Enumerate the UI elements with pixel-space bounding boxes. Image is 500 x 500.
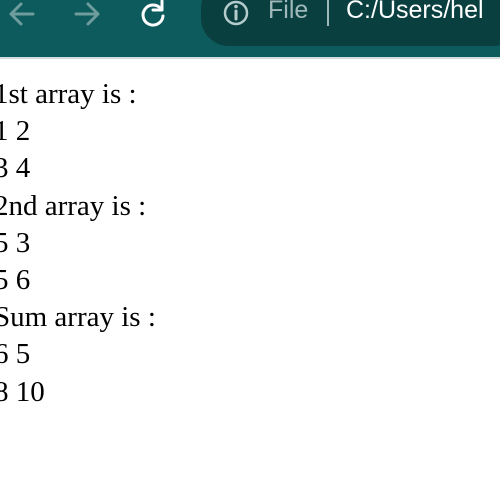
- sum-array-row-2: 8 10: [0, 375, 45, 408]
- second-array-row-2: 5 6: [0, 264, 31, 297]
- url-text[interactable]: C:/Users/hel: [346, 0, 484, 25]
- site-info-label[interactable]: File: [268, 0, 308, 25]
- forward-button[interactable]: [68, 0, 108, 28]
- info-icon[interactable]: [222, 0, 250, 28]
- toolbar-divider: [0, 57, 500, 59]
- heading-first-array: 1st array is :: [0, 78, 137, 110]
- arrow-left-icon: [9, 2, 35, 26]
- page-content: 1st array is : 1 2 3 4 2nd array is : 5 …: [0, 76, 500, 411]
- arrow-right-icon: [74, 2, 100, 26]
- address-separator: [327, 0, 329, 26]
- reload-button[interactable]: [133, 0, 173, 28]
- first-array-row-1: 1 2: [0, 115, 31, 148]
- reload-icon: [141, 0, 165, 27]
- second-array-row-1: 5 3: [0, 226, 31, 259]
- sum-array-row-1: 6 5: [0, 338, 31, 371]
- heading-sum-array: Sum array is :: [0, 301, 156, 334]
- back-button[interactable]: [1, 0, 41, 28]
- heading-second-array: 2nd array is :: [0, 189, 147, 222]
- browser-toolbar: File C:/Users/hel: [0, 0, 500, 57]
- first-array-row-2: 3 4: [0, 152, 31, 185]
